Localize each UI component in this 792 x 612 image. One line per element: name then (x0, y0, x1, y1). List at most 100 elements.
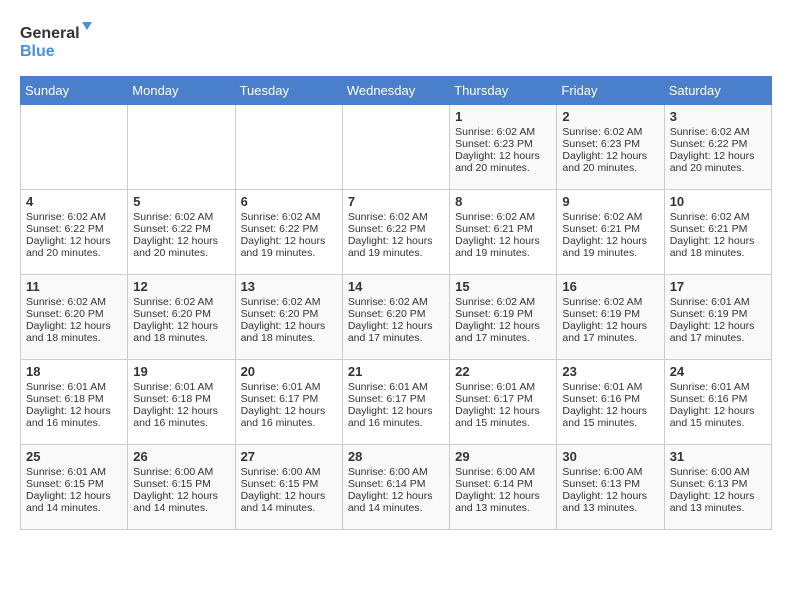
day-info: and 13 minutes. (562, 502, 658, 514)
day-info: Sunrise: 6:02 AM (670, 126, 766, 138)
header-day-wednesday: Wednesday (342, 77, 449, 105)
day-number: 20 (241, 364, 337, 379)
day-info: Daylight: 12 hours (241, 490, 337, 502)
day-info: and 13 minutes. (670, 502, 766, 514)
day-info: Sunrise: 6:01 AM (562, 381, 658, 393)
day-info: Sunrise: 6:02 AM (562, 296, 658, 308)
day-info: Sunrise: 6:02 AM (455, 126, 551, 138)
day-info: Daylight: 12 hours (348, 490, 444, 502)
day-info: Sunrise: 6:02 AM (562, 211, 658, 223)
page-header: GeneralBlue (20, 20, 772, 60)
day-info: and 20 minutes. (670, 162, 766, 174)
calendar-cell: 11Sunrise: 6:02 AMSunset: 6:20 PMDayligh… (21, 275, 128, 360)
calendar-cell: 25Sunrise: 6:01 AMSunset: 6:15 PMDayligh… (21, 445, 128, 530)
day-info: Sunset: 6:17 PM (455, 393, 551, 405)
day-info: Sunrise: 6:00 AM (241, 466, 337, 478)
day-number: 4 (26, 194, 122, 209)
day-info: Sunrise: 6:02 AM (455, 296, 551, 308)
day-number: 6 (241, 194, 337, 209)
day-info: Sunset: 6:17 PM (348, 393, 444, 405)
header-day-saturday: Saturday (664, 77, 771, 105)
calendar-cell: 17Sunrise: 6:01 AMSunset: 6:19 PMDayligh… (664, 275, 771, 360)
day-info: Sunset: 6:20 PM (133, 308, 229, 320)
day-number: 18 (26, 364, 122, 379)
day-info: Sunrise: 6:01 AM (670, 296, 766, 308)
day-info: Sunset: 6:17 PM (241, 393, 337, 405)
day-info: Sunset: 6:13 PM (670, 478, 766, 490)
day-info: Sunset: 6:22 PM (348, 223, 444, 235)
day-number: 16 (562, 279, 658, 294)
day-number: 8 (455, 194, 551, 209)
day-info: Sunrise: 6:02 AM (26, 296, 122, 308)
day-info: Daylight: 12 hours (562, 235, 658, 247)
day-info: Daylight: 12 hours (455, 405, 551, 417)
calendar-cell (235, 105, 342, 190)
day-info: and 16 minutes. (241, 417, 337, 429)
day-info: Daylight: 12 hours (670, 490, 766, 502)
day-info: Sunrise: 6:01 AM (26, 466, 122, 478)
day-info: and 18 minutes. (241, 332, 337, 344)
day-info: and 16 minutes. (26, 417, 122, 429)
day-info: Daylight: 12 hours (348, 405, 444, 417)
calendar-cell (128, 105, 235, 190)
calendar-header: SundayMondayTuesdayWednesdayThursdayFrid… (21, 77, 772, 105)
header-day-sunday: Sunday (21, 77, 128, 105)
day-info: Sunrise: 6:00 AM (133, 466, 229, 478)
svg-text:Blue: Blue (20, 43, 55, 60)
day-info: Sunset: 6:22 PM (670, 138, 766, 150)
day-info: Daylight: 12 hours (133, 320, 229, 332)
day-info: Sunrise: 6:00 AM (562, 466, 658, 478)
day-info: and 17 minutes. (670, 332, 766, 344)
calendar-cell: 2Sunrise: 6:02 AMSunset: 6:23 PMDaylight… (557, 105, 664, 190)
calendar-cell (21, 105, 128, 190)
day-info: Daylight: 12 hours (241, 235, 337, 247)
calendar-cell: 26Sunrise: 6:00 AMSunset: 6:15 PMDayligh… (128, 445, 235, 530)
day-info: Sunrise: 6:01 AM (26, 381, 122, 393)
day-number: 29 (455, 449, 551, 464)
calendar-cell: 14Sunrise: 6:02 AMSunset: 6:20 PMDayligh… (342, 275, 449, 360)
day-info: Sunrise: 6:02 AM (562, 126, 658, 138)
calendar-cell: 15Sunrise: 6:02 AMSunset: 6:19 PMDayligh… (450, 275, 557, 360)
day-number: 9 (562, 194, 658, 209)
day-number: 25 (26, 449, 122, 464)
calendar-table: SundayMondayTuesdayWednesdayThursdayFrid… (20, 76, 772, 530)
day-info: Sunrise: 6:02 AM (670, 211, 766, 223)
calendar-cell: 28Sunrise: 6:00 AMSunset: 6:14 PMDayligh… (342, 445, 449, 530)
day-info: Daylight: 12 hours (133, 490, 229, 502)
day-info: Sunset: 6:14 PM (455, 478, 551, 490)
calendar-cell: 7Sunrise: 6:02 AMSunset: 6:22 PMDaylight… (342, 190, 449, 275)
day-info: Sunset: 6:22 PM (133, 223, 229, 235)
calendar-cell: 5Sunrise: 6:02 AMSunset: 6:22 PMDaylight… (128, 190, 235, 275)
day-info: Sunset: 6:20 PM (241, 308, 337, 320)
day-info: Sunrise: 6:02 AM (348, 296, 444, 308)
calendar-cell: 3Sunrise: 6:02 AMSunset: 6:22 PMDaylight… (664, 105, 771, 190)
day-info: and 19 minutes. (241, 247, 337, 259)
header-day-monday: Monday (128, 77, 235, 105)
day-info: Daylight: 12 hours (133, 235, 229, 247)
day-info: Sunset: 6:19 PM (562, 308, 658, 320)
day-info: Daylight: 12 hours (562, 405, 658, 417)
day-info: and 16 minutes. (133, 417, 229, 429)
day-info: Sunset: 6:18 PM (133, 393, 229, 405)
calendar-cell: 9 Sunrise: 6:02 AMSunset: 6:21 PMDaylight… (557, 190, 664, 275)
calendar-cell: 4Sunrise: 6:02 AMSunset: 6:22 PMDaylight… (21, 190, 128, 275)
calendar-cell: 10Sunrise: 6:02 AMSunset: 6:21 PMDayligh… (664, 190, 771, 275)
day-info: Daylight: 12 hours (26, 320, 122, 332)
day-info: Daylight: 12 hours (455, 320, 551, 332)
day-number: 1 (455, 109, 551, 124)
day-info: Sunset: 6:23 PM (455, 138, 551, 150)
day-info: Daylight: 12 hours (348, 320, 444, 332)
day-info: Sunset: 6:23 PM (562, 138, 658, 150)
day-info: Daylight: 12 hours (133, 405, 229, 417)
day-info: Sunrise: 6:02 AM (26, 211, 122, 223)
calendar-cell: 8Sunrise: 6:02 AMSunset: 6:21 PMDaylight… (450, 190, 557, 275)
day-info: Sunrise: 6:01 AM (348, 381, 444, 393)
calendar-cell: 31Sunrise: 6:00 AMSunset: 6:13 PMDayligh… (664, 445, 771, 530)
calendar-cell: 12Sunrise: 6:02 AMSunset: 6:20 PMDayligh… (128, 275, 235, 360)
day-info: Sunset: 6:19 PM (670, 308, 766, 320)
day-number: 24 (670, 364, 766, 379)
day-info: Sunset: 6:21 PM (562, 223, 658, 235)
day-info: Sunset: 6:20 PM (26, 308, 122, 320)
day-number: 27 (241, 449, 337, 464)
day-info: and 18 minutes. (670, 247, 766, 259)
